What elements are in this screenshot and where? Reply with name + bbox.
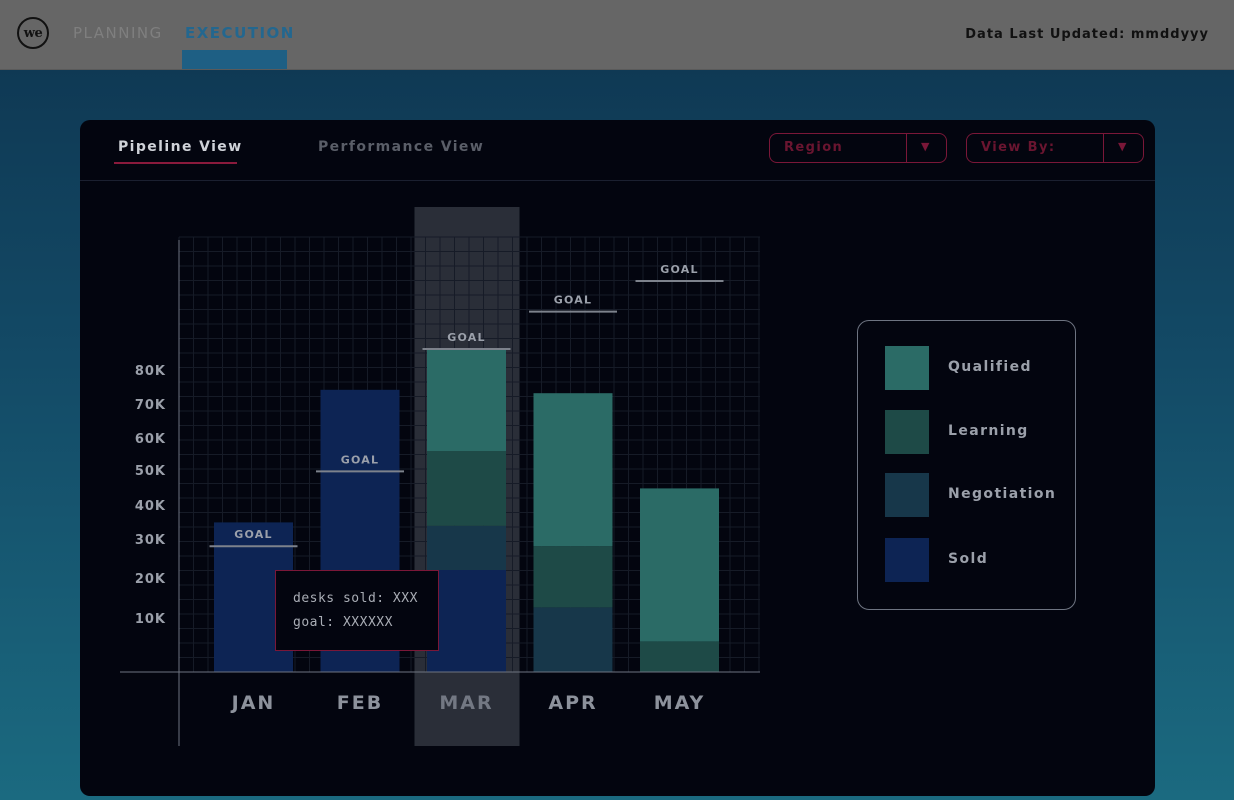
y-tick-label: 20K [135,572,166,587]
legend-label: Negotiation [948,486,1057,502]
tooltip-desks-sold: desks sold: XXX [293,591,418,606]
we-logo[interactable]: we [17,17,49,49]
y-tick-label: 10K [135,612,166,627]
active-tab-indicator [182,50,287,69]
goal-label-feb: GOAL [341,453,379,466]
legend-swatch [885,410,929,454]
bar-may-learning[interactable] [640,641,719,672]
bar-apr-negotiation[interactable] [533,607,613,672]
bar-may-qualified[interactable] [640,488,719,642]
legend-label: Sold [948,551,989,567]
x-label-jan: JAN [230,692,276,714]
goal-label-jan: GOAL [234,528,272,541]
bar-apr-learning[interactable] [533,546,613,608]
y-tick-label: 30K [135,533,166,548]
goal-label-may: GOAL [660,263,698,276]
bar-mar-negotiation[interactable] [427,525,506,570]
legend-label: Learning [948,423,1029,439]
legend-swatch [885,473,929,517]
pipeline-panel: Pipeline View Performance View Region ▼ … [80,120,1155,796]
data-last-updated: Data Last Updated: mmddyyy [965,27,1209,42]
y-tick-label: 70K [135,398,166,413]
bar-mar-learning[interactable] [427,451,506,526]
tab-planning[interactable]: PLANNING [73,24,163,42]
y-tick-label: 80K [135,364,166,379]
x-label-may: MAY [654,692,706,714]
tab-execution[interactable]: EXECUTION [185,24,295,42]
bar-apr-qualified[interactable] [533,393,613,547]
bar-tooltip: desks sold: XXX goal: XXXXXX [275,570,439,651]
legend-label: Qualified [948,359,1032,375]
goal-label-mar: GOAL [447,331,485,344]
legend-swatch [885,538,929,582]
top-nav-bar: we PLANNING EXECUTION Data Last Updated:… [0,0,1234,70]
bar-mar-qualified[interactable] [427,349,506,451]
y-tick-label: 60K [135,432,166,447]
y-tick-label: 40K [135,499,166,514]
legend-swatch [885,346,929,390]
tooltip-goal: goal: XXXXXX [293,615,393,630]
y-tick-label: 50K [135,464,166,479]
x-label-feb: FEB [337,692,383,714]
chart-legend: Qualified Learning Negotiation Sold [857,320,1076,610]
x-label-apr: APR [548,692,597,714]
goal-label-apr: GOAL [554,294,592,307]
x-label-mar: MAR [439,692,493,714]
